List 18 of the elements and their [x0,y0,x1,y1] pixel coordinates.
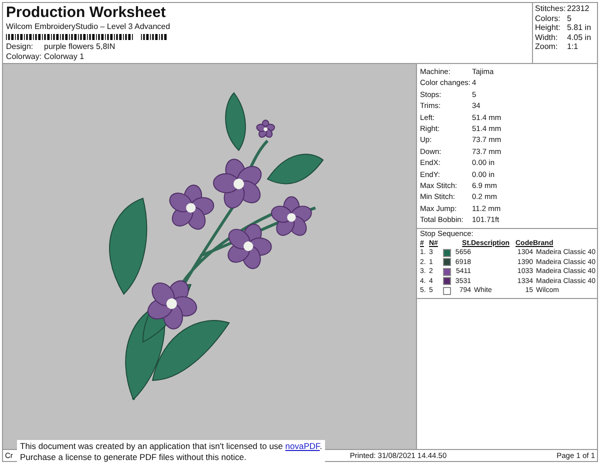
stat-label: Zoom: [535,42,559,52]
novapdf-link[interactable]: novaPDF [285,441,320,451]
field-value: purple flowers 5,8IN [44,42,116,52]
stat-value: 1:1 [567,42,578,52]
license-notice: This document was created by an application that isn't licensed to use novaPDF. Purchase a license to generate PDF files without this notice. [17,440,326,464]
field-label: Design: [6,42,34,52]
stat-value: 5 [567,14,572,24]
field-value: Colorway 1 [44,52,84,62]
stat-value: 5.81 in [567,23,592,33]
stat-label: Colors: [535,14,562,24]
software-name: Wilcom EmbroideryStudio – Level 3 Advanced [6,22,172,32]
stat-value: 22312 [567,4,590,14]
stat-label: Stitches: [535,4,567,14]
stat-value: 4.05 in [567,32,592,42]
stat-label: Width: [535,32,559,42]
page-title: Production Worksheet [6,4,167,22]
stat-label: Height: [535,23,562,33]
field-label: Colorway: [6,52,43,62]
